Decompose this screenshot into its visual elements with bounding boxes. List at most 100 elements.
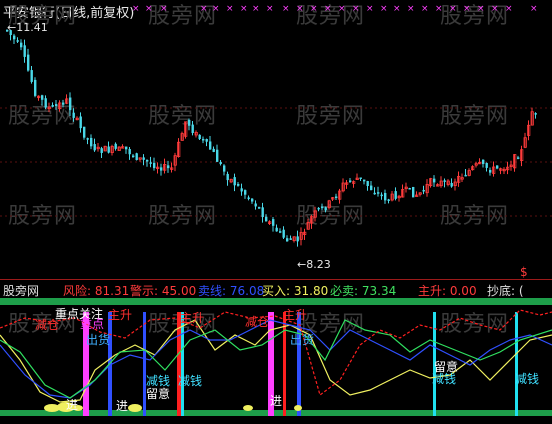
annotation-jin: 进: [270, 394, 283, 408]
candle-body: [209, 141, 212, 150]
candle-body: [335, 196, 338, 198]
candle-body: [72, 112, 75, 118]
candle-body: [135, 153, 138, 161]
annotation-zhusheng: 主升: [283, 308, 308, 322]
candle-body: [198, 134, 201, 140]
candle-body: [482, 159, 485, 164]
candle-body: [30, 70, 33, 82]
x-marker-icon: ×: [310, 4, 318, 14]
x-marker-icon: ×: [380, 4, 388, 14]
candle-body: [153, 162, 156, 169]
x-marker-icon: ×: [200, 4, 208, 14]
annotation-jianxian: 减钱: [178, 374, 203, 388]
candle-body: [258, 207, 261, 209]
candle-body: [237, 183, 240, 186]
candlestick-chart[interactable]: × × × × × × × × × × × × × × × × × × × × × × × × × × ×: [0, 0, 552, 424]
annotation-zhusheng: 主升: [180, 311, 205, 325]
candle-body: [517, 157, 520, 159]
candle-body: [279, 231, 282, 233]
x-marker-icon: ×: [282, 4, 290, 14]
dollar-marker: $: [520, 265, 528, 279]
annotation-liuyi: 留意: [146, 387, 171, 401]
candle-body: [363, 179, 366, 182]
candle-body: [464, 174, 467, 177]
annotation-zhongdian-2: 重点: [80, 317, 105, 331]
x-marker-icon: ×: [266, 4, 274, 14]
candle-body: [349, 180, 352, 182]
candle-body: [107, 146, 110, 153]
candle-body: [359, 177, 362, 179]
x-marker-icon: ×: [226, 4, 234, 14]
candle-body: [286, 238, 289, 242]
candle-body: [265, 216, 268, 222]
x-marker-icon: ×: [421, 4, 429, 14]
candle-body: [244, 190, 247, 195]
candle-body: [114, 143, 117, 149]
value-jingshi: 警示: 45.00: [130, 284, 197, 298]
bottom-signal: [128, 404, 142, 412]
candle-body: [324, 207, 327, 211]
value-bimai: 必卖: 73.34: [330, 284, 397, 298]
candle-body: [485, 162, 488, 168]
candle-body: [226, 173, 229, 181]
candle-body: [13, 35, 16, 40]
value-fengxian: 风险: 81.31: [63, 284, 130, 298]
candle-body: [167, 165, 170, 169]
candle-body: [219, 162, 222, 165]
candle-body: [216, 149, 219, 162]
candle-body: [20, 42, 23, 48]
candle-body: [205, 138, 208, 142]
candle-body: [296, 236, 299, 242]
candle-body: [384, 193, 387, 201]
candle-body: [282, 229, 285, 238]
candle-body: [247, 197, 250, 199]
candle-body: [51, 105, 54, 107]
candle-body: [41, 95, 44, 100]
candle-body: [289, 238, 292, 240]
annotation-chuhuo: 出货: [290, 333, 315, 347]
candle-body: [317, 207, 320, 210]
candle-body: [93, 144, 96, 151]
signal-bar: [283, 312, 286, 416]
x-marker-icon: ×: [160, 4, 168, 14]
annotation-jiancang: 减仓: [245, 315, 270, 329]
candle-body: [44, 98, 47, 108]
bottom-signal: [243, 405, 253, 411]
candle-body: [534, 113, 537, 115]
x-marker-icon: ×: [530, 4, 538, 14]
value-chaodi: 抄底: (: [487, 284, 524, 298]
candle-body: [100, 148, 103, 153]
candle-body: [191, 124, 194, 134]
bottom-signal: [294, 405, 302, 411]
candle-body: [188, 119, 191, 126]
x-marker-icon: ×: [296, 4, 304, 14]
upper-band: [0, 298, 552, 305]
candle-body: [321, 206, 324, 209]
candle-body: [86, 138, 89, 140]
x-marker-icon: ×: [212, 4, 220, 14]
value-maixian: 卖线: 76.08: [198, 284, 265, 298]
x-marker-icon: ×: [477, 4, 485, 14]
candle-body: [251, 198, 254, 202]
x-marker-icon: ×: [352, 4, 360, 14]
annotation-jin: 进: [116, 399, 129, 413]
candle-body: [149, 162, 152, 164]
candle-body: [408, 188, 411, 190]
arrow-left-icon: ←: [7, 21, 17, 34]
price-min-label: ←8.23: [297, 258, 331, 271]
annotation-jiancang: 减仓: [35, 318, 60, 332]
x-marker-icon: ×: [463, 4, 471, 14]
candle-body: [254, 203, 257, 207]
x-marker-icon: ×: [449, 4, 457, 14]
candle-body: [79, 116, 82, 129]
x-marker-icon: ×: [252, 4, 260, 14]
indicator-name[interactable]: 股旁网: [3, 282, 39, 299]
candle-body: [34, 79, 37, 96]
x-marker-icon: ×: [338, 4, 346, 14]
candle-body: [387, 199, 390, 201]
annotation-jin: 进: [66, 398, 79, 412]
candle-body: [212, 148, 215, 152]
candle-body: [370, 185, 373, 191]
candle-body: [142, 157, 145, 160]
annotation-liuyi: 留意: [434, 360, 459, 374]
